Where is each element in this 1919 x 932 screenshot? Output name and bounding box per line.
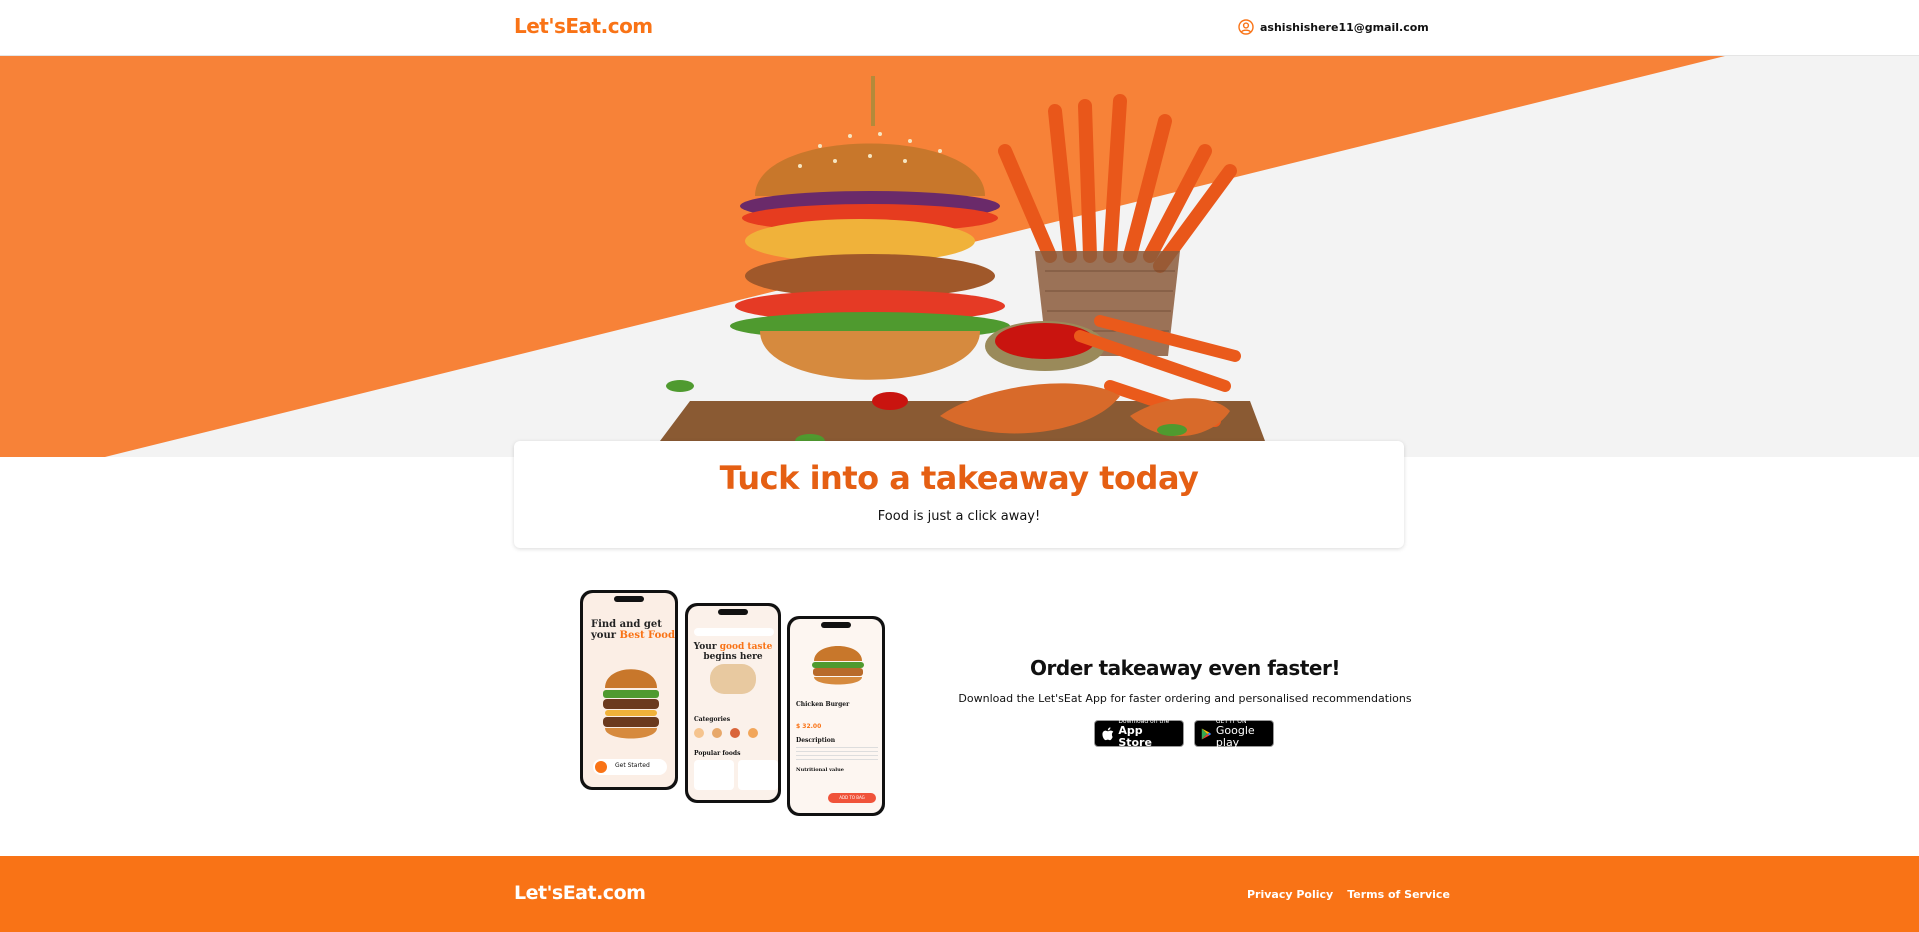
- phone3-description: Description: [796, 737, 836, 744]
- footer-links: Privacy Policy Terms of Service: [1247, 888, 1450, 901]
- hero-image: [0, 56, 1919, 457]
- hero-banner: [0, 56, 1919, 457]
- phone-mockup-3: Chicken Burger $ 32.00 Description Nutri…: [787, 616, 885, 816]
- phone2-categories: Categories: [694, 716, 731, 723]
- footer-brand[interactable]: Let'sEat.com: [514, 882, 646, 904]
- chicken-burger-icon: [812, 646, 864, 685]
- privacy-policy-link[interactable]: Privacy Policy: [1247, 888, 1333, 901]
- phone2-heading-prefix: Your: [693, 642, 720, 652]
- phone3-item-name: Chicken Burger: [796, 701, 850, 708]
- phone2-popular: Popular foods: [694, 750, 741, 757]
- apple-icon: [1102, 726, 1114, 740]
- app-screenshots: Find and get your Best Food Get Started: [580, 590, 885, 820]
- user-email: ashishishere11@gmail.com: [1260, 20, 1429, 34]
- phone1-heading-line1: Find and get: [591, 619, 662, 630]
- store-buttons: Download on the App Store GET IT ON Goog…: [1094, 718, 1274, 749]
- google-play-big: Google play: [1215, 724, 1255, 749]
- brand-logo[interactable]: Let'sEat.com: [514, 14, 653, 38]
- app-store-button[interactable]: Download on the App Store: [1094, 718, 1184, 749]
- google-play-button[interactable]: GET IT ON Google play: [1194, 718, 1274, 749]
- app-promo-title: Order takeaway even faster!: [1030, 656, 1340, 680]
- hero-subtitle: Food is just a click away!: [877, 509, 1041, 524]
- phone-mockup-2: Your good taste begins here Categories P…: [685, 603, 781, 803]
- phone-mockup-1: Find and get your Best Food Get Started: [580, 590, 678, 790]
- phone1-heading-prefix: your: [591, 630, 620, 641]
- footer: Let'sEat.com Privacy Policy Terms of Ser…: [0, 856, 1919, 932]
- phone1-heading-highlight: Best Food: [619, 630, 675, 641]
- hero-card: Tuck into a takeaway today Food is just …: [514, 441, 1404, 548]
- app-store-big: App Store: [1118, 724, 1152, 749]
- user-icon: [1238, 19, 1254, 35]
- top-navbar: Let'sEat.com ashishishere11@gmail.com: [0, 0, 1919, 56]
- app-promo-description: Download the Let'sEat App for faster ord…: [958, 692, 1412, 705]
- phone3-nutrition: Nutritional value: [796, 767, 844, 773]
- phone3-price: $ 32.00: [796, 723, 822, 730]
- phone2-heading-highlight: good taste: [719, 642, 773, 652]
- terms-of-service-link[interactable]: Terms of Service: [1347, 888, 1450, 901]
- hero-title: Tuck into a takeaway today: [719, 459, 1199, 497]
- phone1-cta: Get Started: [615, 762, 650, 769]
- google-play-icon: [1201, 728, 1212, 739]
- phone2-heading-line2: begins here: [703, 652, 763, 662]
- phone3-add-to-bag: ADD TO BAG: [828, 793, 876, 803]
- user-account[interactable]: ashishishere11@gmail.com: [1238, 19, 1429, 35]
- burger-icon: [603, 669, 659, 739]
